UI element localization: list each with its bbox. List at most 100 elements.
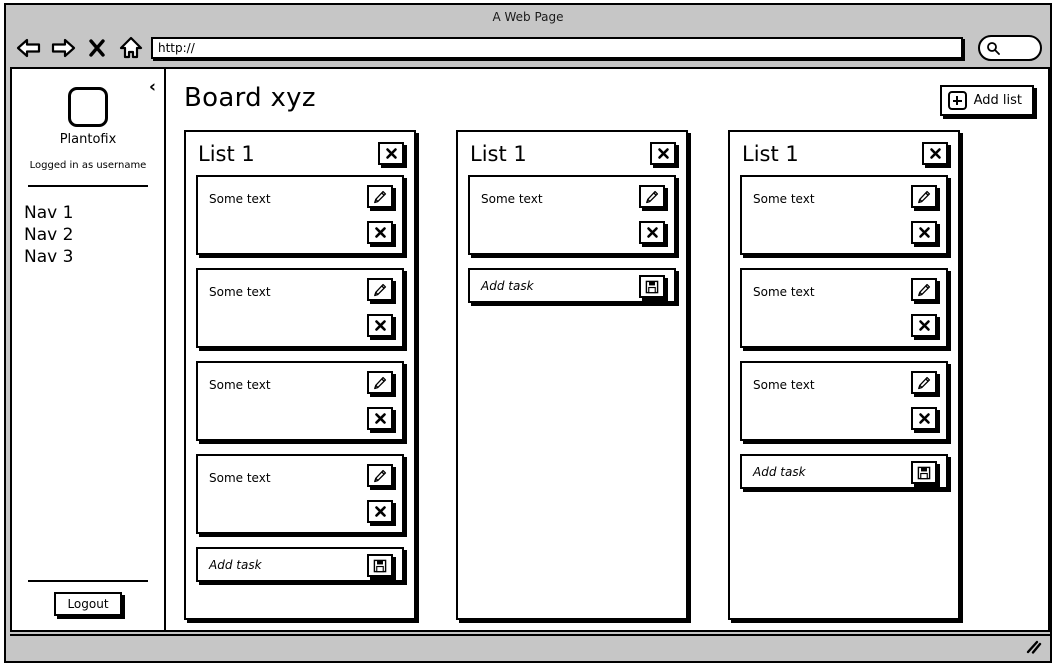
plus-square-icon bbox=[947, 91, 967, 110]
sidebar: ‹ Plantofix Logged in as username Nav 1 … bbox=[12, 69, 166, 630]
list-column: List 1 Some text bbox=[728, 130, 960, 620]
logout-area: Logout bbox=[22, 592, 154, 630]
floppy-save-icon bbox=[645, 280, 659, 293]
home-icon[interactable] bbox=[118, 35, 144, 61]
browser-titlebar: A Web Page bbox=[6, 5, 1050, 29]
floppy-save-icon bbox=[373, 559, 387, 572]
edit-task-button[interactable] bbox=[367, 371, 393, 394]
list-column: List 1 Some text bbox=[456, 130, 688, 620]
add-task-input[interactable]: Add task bbox=[468, 268, 676, 303]
floppy-save-icon bbox=[917, 466, 931, 479]
add-list-button[interactable]: Add list bbox=[939, 85, 1034, 116]
task-card-text: Some text bbox=[753, 285, 815, 299]
browser-window: A Web Page http:// ‹ Plantofix Logged in… bbox=[4, 3, 1052, 663]
close-x-icon bbox=[374, 413, 386, 424]
browser-statusbar bbox=[10, 634, 1050, 658]
delete-task-button[interactable] bbox=[367, 314, 393, 337]
pencil-edit-icon bbox=[918, 283, 931, 296]
app-logo-placeholder-icon bbox=[68, 87, 108, 127]
delete-task-button[interactable] bbox=[367, 221, 393, 244]
task-card[interactable]: Some text bbox=[196, 361, 404, 441]
add-task-placeholder: Add task bbox=[481, 278, 534, 293]
task-card[interactable]: Some text bbox=[740, 361, 948, 441]
stop-x-icon[interactable] bbox=[84, 35, 110, 61]
delete-task-button[interactable] bbox=[911, 221, 937, 244]
task-card-text: Some text bbox=[753, 192, 815, 206]
delete-task-button[interactable] bbox=[367, 500, 393, 523]
close-x-icon bbox=[374, 227, 386, 238]
pencil-edit-icon bbox=[374, 469, 387, 482]
list-column: List 1 Some text bbox=[184, 130, 416, 620]
window-title: A Web Page bbox=[492, 10, 564, 24]
delete-task-button[interactable] bbox=[367, 407, 393, 430]
add-task-input[interactable]: Add task bbox=[196, 547, 404, 582]
delete-list-button[interactable] bbox=[922, 142, 948, 165]
task-card-text: Some text bbox=[209, 285, 271, 299]
close-x-icon bbox=[918, 227, 930, 238]
edit-task-button[interactable] bbox=[911, 371, 937, 394]
list-title: List 1 bbox=[742, 142, 799, 166]
close-x-icon bbox=[374, 320, 386, 331]
add-task-input[interactable]: Add task bbox=[740, 454, 948, 489]
task-card[interactable]: Some text bbox=[196, 268, 404, 348]
resize-grip-icon[interactable] bbox=[1024, 640, 1042, 654]
board-area: Board xyz Add list List 1 Some text Some… bbox=[166, 69, 1048, 630]
logged-in-status: Logged in as username bbox=[29, 160, 147, 171]
edit-task-button[interactable] bbox=[911, 278, 937, 301]
save-task-button[interactable] bbox=[639, 275, 665, 298]
delete-task-button[interactable] bbox=[911, 314, 937, 337]
edit-task-button[interactable] bbox=[639, 185, 665, 208]
task-card[interactable]: Some text bbox=[740, 268, 948, 348]
sidebar-nav: Nav 1 Nav 2 Nav 3 bbox=[22, 202, 154, 268]
task-card[interactable]: Some text bbox=[196, 175, 404, 255]
list-title: List 1 bbox=[470, 142, 527, 166]
close-x-icon bbox=[918, 413, 930, 424]
sidebar-item-nav-2[interactable]: Nav 2 bbox=[24, 224, 154, 246]
back-arrow-icon[interactable] bbox=[16, 35, 42, 61]
page-title: Board xyz bbox=[184, 83, 316, 113]
save-task-button[interactable] bbox=[367, 554, 393, 577]
browser-search-box[interactable] bbox=[978, 35, 1042, 61]
add-task-placeholder: Add task bbox=[753, 464, 806, 479]
task-card[interactable]: Some text bbox=[740, 175, 948, 255]
logout-button[interactable]: Logout bbox=[54, 592, 122, 616]
url-text: http:// bbox=[158, 41, 195, 55]
chevron-left-icon[interactable]: ‹ bbox=[149, 79, 156, 96]
task-card-text: Some text bbox=[753, 378, 815, 392]
close-x-icon bbox=[657, 148, 669, 159]
pencil-edit-icon bbox=[918, 190, 931, 203]
task-card-text: Some text bbox=[209, 192, 271, 206]
pencil-edit-icon bbox=[374, 190, 387, 203]
sidebar-divider-bottom bbox=[28, 580, 148, 582]
task-card-text: Some text bbox=[209, 378, 271, 392]
list-header: List 1 bbox=[468, 142, 676, 166]
edit-task-button[interactable] bbox=[911, 185, 937, 208]
edit-task-button[interactable] bbox=[367, 185, 393, 208]
close-x-icon bbox=[646, 227, 658, 238]
delete-list-button[interactable] bbox=[378, 142, 404, 165]
navigation-buttons bbox=[16, 35, 144, 61]
delete-task-button[interactable] bbox=[911, 407, 937, 430]
close-x-icon bbox=[374, 506, 386, 517]
edit-task-button[interactable] bbox=[367, 278, 393, 301]
forward-arrow-icon[interactable] bbox=[50, 35, 76, 61]
board-header: Board xyz Add list bbox=[184, 83, 1034, 116]
delete-task-button[interactable] bbox=[639, 221, 665, 244]
pencil-edit-icon bbox=[374, 376, 387, 389]
list-title: List 1 bbox=[198, 142, 255, 166]
url-bar[interactable]: http:// bbox=[151, 37, 963, 59]
task-card[interactable]: Some text bbox=[196, 454, 404, 534]
sidebar-item-nav-1[interactable]: Nav 1 bbox=[24, 202, 154, 224]
page-content: ‹ Plantofix Logged in as username Nav 1 … bbox=[10, 67, 1050, 632]
save-task-button[interactable] bbox=[911, 461, 937, 484]
brand-name: Plantofix bbox=[59, 132, 117, 147]
task-card[interactable]: Some text bbox=[468, 175, 676, 255]
pencil-edit-icon bbox=[374, 283, 387, 296]
edit-task-button[interactable] bbox=[367, 464, 393, 487]
delete-list-button[interactable] bbox=[650, 142, 676, 165]
sidebar-divider-top bbox=[28, 185, 148, 187]
sidebar-item-nav-3[interactable]: Nav 3 bbox=[24, 246, 154, 268]
add-task-placeholder: Add task bbox=[209, 557, 262, 572]
